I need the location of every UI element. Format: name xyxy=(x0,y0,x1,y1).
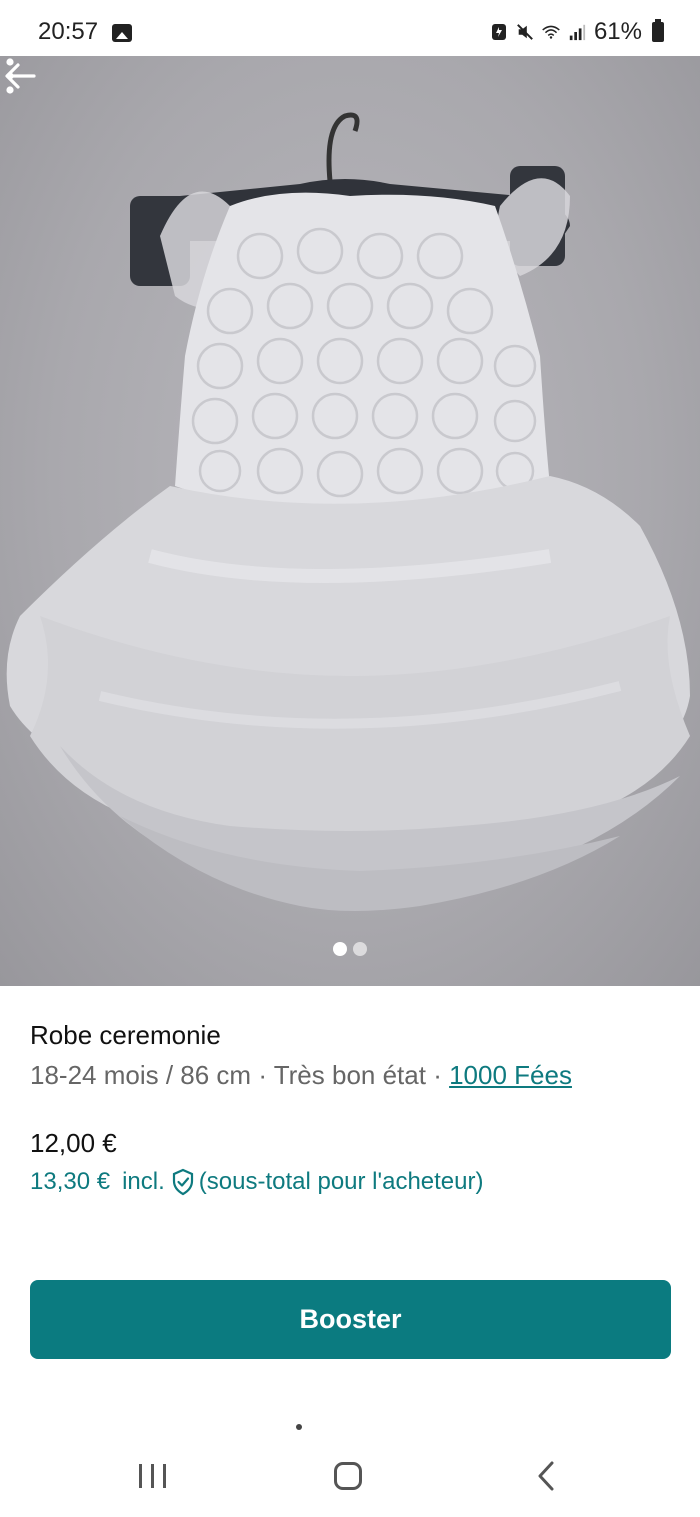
shield-check-icon xyxy=(172,1168,193,1196)
mute-icon xyxy=(517,24,533,40)
item-title: Robe ceremonie xyxy=(30,1020,221,1050)
more-options-icon[interactable] xyxy=(0,56,20,96)
carousel-dot[interactable] xyxy=(353,942,367,956)
status-time: 20:57 xyxy=(38,18,99,45)
booster-button[interactable]: Booster xyxy=(30,1280,671,1359)
brand-link[interactable]: 1000 Fées xyxy=(449,1060,572,1090)
dress-photo xyxy=(6,112,690,911)
item-price: 12,00 € xyxy=(30,1128,117,1158)
wifi-icon xyxy=(542,25,560,39)
buyer-price-row[interactable]: 13,30 € incl. (sous-total pour l'acheteu… xyxy=(30,1168,483,1196)
status-bar: 20:57 61% xyxy=(0,0,700,56)
nav-back-icon[interactable] xyxy=(534,1460,558,1492)
product-photo[interactable] xyxy=(0,56,700,986)
recent-apps-icon[interactable] xyxy=(139,1464,169,1488)
home-icon[interactable] xyxy=(334,1462,362,1490)
navigation-bar xyxy=(0,1430,700,1517)
carousel-dot-active[interactable] xyxy=(333,942,347,956)
incl-label: incl. xyxy=(122,1168,165,1195)
item-size: 18-24 mois / 86 cm xyxy=(30,1060,252,1090)
item-meta: 18-24 mois / 86 cm · Très bon état · 100… xyxy=(30,1060,572,1091)
battery-icon xyxy=(652,19,664,42)
carousel-indicator xyxy=(0,942,700,956)
signal-icon xyxy=(569,24,586,41)
buyer-price: 13,30 € xyxy=(30,1168,111,1195)
meta-separator: · xyxy=(251,1060,274,1090)
status-icons: 61% xyxy=(490,18,664,46)
meta-separator: · xyxy=(425,1060,450,1090)
gallery-icon xyxy=(112,24,132,42)
battery-percent: 61% xyxy=(593,18,642,45)
buyer-note: (sous-total pour l'acheteur) xyxy=(198,1168,484,1195)
item-condition: Très bon état xyxy=(273,1060,426,1090)
data-saver-icon xyxy=(491,24,506,40)
